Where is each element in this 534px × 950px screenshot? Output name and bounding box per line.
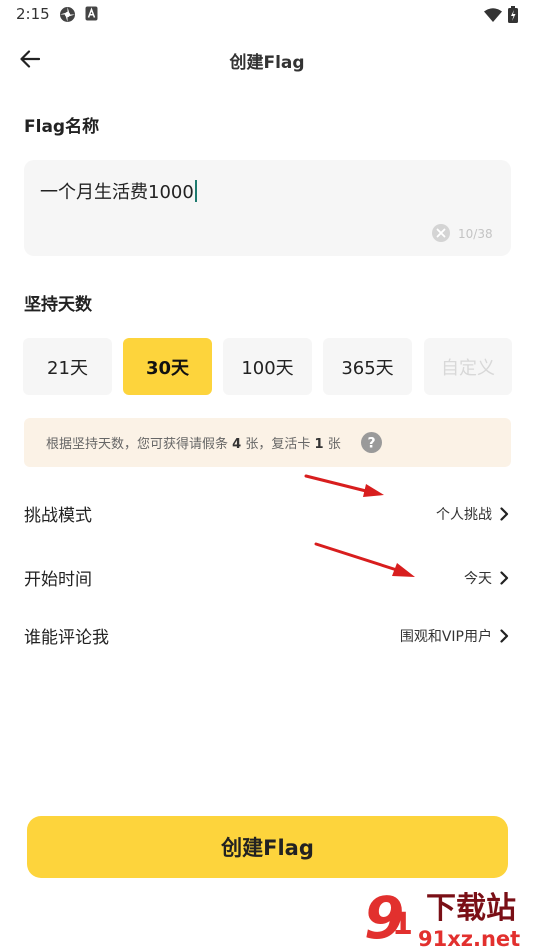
setting-row-comment-permission[interactable]: 谁能评论我 围观和VIP用户: [0, 615, 534, 655]
setting-value: 围观和VIP用户: [399, 629, 492, 645]
revive-card-count: 1: [314, 437, 324, 452]
setting-label: 开始时间: [24, 570, 92, 590]
info-prefix: 根据坚持天数，您可获得请假条: [46, 437, 229, 452]
char-counter: 10/38: [458, 227, 493, 241]
duration-option-21[interactable]: 21天: [23, 338, 112, 395]
reward-info-banner: 根据坚持天数，您可获得请假条 4 张，复活卡 1 张 ?: [24, 418, 511, 467]
battery-icon: [508, 6, 518, 27]
flag-name-label: Flag名称: [24, 117, 100, 137]
chevron-right-icon: [500, 506, 509, 525]
settings-sync-icon: [59, 6, 76, 27]
text-caret: [194, 180, 197, 202]
setting-value: 今天: [464, 571, 492, 587]
duration-option-365[interactable]: 365天: [323, 338, 412, 395]
chevron-right-icon: [500, 628, 509, 647]
svg-text:下载站: 下载站: [426, 891, 516, 926]
status-bar: 2:15: [0, 0, 534, 28]
reward-info-text: 根据坚持天数，您可获得请假条 4 张，复活卡 1 张: [46, 433, 341, 452]
setting-value: 个人挑战: [436, 507, 492, 523]
leave-card-count: 4: [232, 437, 242, 452]
duration-option-100[interactable]: 100天: [223, 338, 312, 395]
help-icon[interactable]: ?: [361, 432, 382, 457]
setting-label: 谁能评论我: [24, 628, 109, 648]
clear-input-icon[interactable]: [432, 224, 450, 246]
svg-text:1: 1: [392, 907, 413, 942]
svg-text:?: ?: [367, 436, 375, 452]
wifi-icon: [484, 7, 502, 26]
duration-option-30[interactable]: 30天: [123, 338, 212, 395]
annotation-arrow-start-time: [314, 542, 415, 577]
watermark-logo: 9 1 下载站 91xz.net: [364, 884, 520, 950]
chevron-right-icon: [500, 570, 509, 589]
page-title: 创建Flag: [229, 53, 305, 73]
setting-label: 挑战模式: [24, 506, 92, 526]
info-suffix: 张: [327, 437, 341, 452]
annotation-arrow-challenge: [304, 474, 384, 497]
setting-row-start-time[interactable]: 开始时间 今天: [0, 557, 534, 597]
create-flag-button[interactable]: 创建Flag: [27, 816, 508, 878]
info-middle: 张，复活卡: [245, 437, 311, 452]
flag-name-value: 一个月生活费1000: [40, 182, 194, 203]
setting-row-challenge-mode[interactable]: 挑战模式 个人挑战: [0, 493, 534, 533]
svg-text:91xz.net: 91xz.net: [418, 927, 520, 950]
duration-label: 坚持天数: [24, 295, 92, 315]
flag-name-input[interactable]: 一个月生活费1000 10/38: [24, 160, 511, 256]
status-time: 2:15: [16, 5, 50, 23]
duration-option-custom[interactable]: 自定义: [424, 338, 512, 395]
app-notification-icon: [85, 6, 98, 25]
site-watermark: 9 1 下载站 91xz.net: [362, 882, 534, 950]
